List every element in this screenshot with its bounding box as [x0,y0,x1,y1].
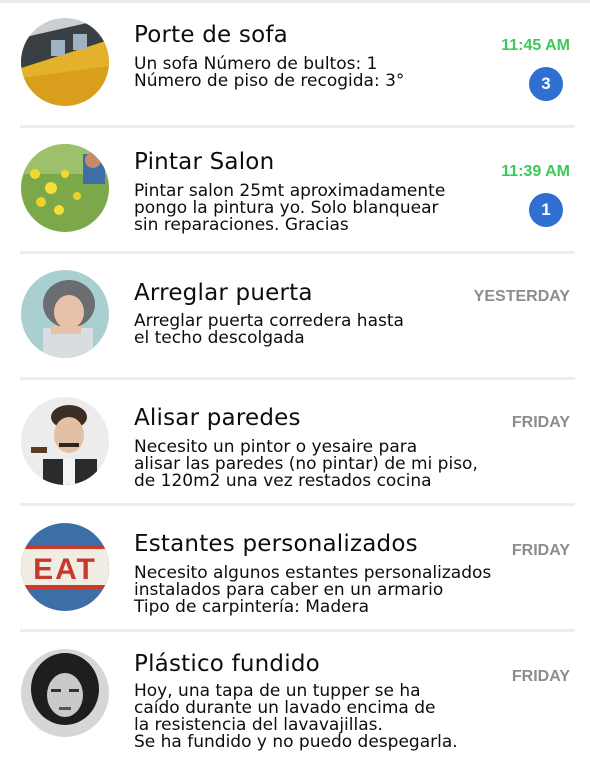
conversation-title: Pintar Salon [134,149,275,175]
unread-count-badge: 3 [529,67,563,101]
list-item[interactable]: Alisar paredes Necesito un pintor o yesa… [0,379,590,505]
conversation-time: YESTERDAY [473,288,570,305]
conversation-preview: Un sofa Número de bultos: 1 Número de pi… [134,54,405,91]
conversation-time: FRIDAY [511,542,570,559]
conversation-title: Porte de sofa [134,22,288,48]
unread-count-badge: 1 [529,193,563,227]
conversation-time: 11:39 AM [501,163,570,180]
list-item[interactable]: Porte de sofa Un sofa Número de bultos: … [0,0,590,126]
eat-sign-text: EAT [33,553,97,586]
list-item[interactable]: EAT Estantes personalizados Necesito alg… [0,505,590,631]
conversation-preview: Hoy, una tapa de un tupper se ha caído d… [134,681,458,752]
conversation-list: Porte de sofa Un sofa Número de bultos: … [0,0,590,780]
conversation-time: 11:45 AM [501,37,570,54]
conversation-title: Estantes personalizados [134,531,418,557]
conversation-preview: Arreglar puerta corredera hasta el techo… [134,311,404,348]
man-photo-avatar [21,397,109,485]
train-photo-avatar [21,18,109,106]
conversation-time: FRIDAY [511,414,570,431]
conversation-title: Alisar paredes [134,405,301,431]
conversation-time: FRIDAY [511,668,570,685]
conversation-preview: Necesito un pintor o yesaire para alisar… [134,437,478,491]
conversation-preview: Necesito algunos estantes personalizados… [134,563,492,617]
conversation-title: Arreglar puerta [134,280,313,306]
eat-sign-photo-avatar: EAT [21,523,109,611]
list-item[interactable]: Pintar Salon Pintar salon 25mt aproximad… [0,127,590,253]
list-item[interactable]: Plástico fundido Hoy, una tapa de un tup… [0,631,590,757]
flowers-photo-avatar [21,144,109,232]
conversation-title: Plástico fundido [134,651,320,677]
woman-photo-avatar [21,270,109,358]
list-item[interactable]: Arreglar puerta Arreglar puerta correder… [0,253,590,379]
conversation-preview: Pintar salon 25mt aproximadamente pongo … [134,181,446,235]
woman-bw-photo-avatar [21,649,109,737]
